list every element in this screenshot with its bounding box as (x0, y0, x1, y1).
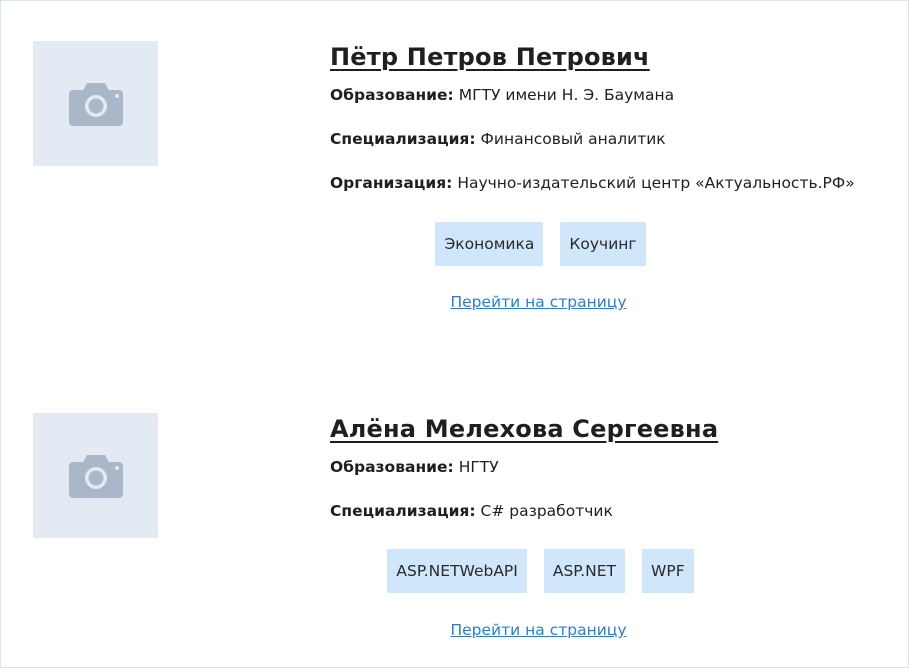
specialization-label: Специализация: (330, 130, 476, 148)
camera-icon (68, 82, 123, 126)
expert-info: Алёна Мелехова Сергеевна Образование: НГ… (330, 413, 905, 533)
tag-list: Экономика Коучинг (1, 222, 909, 266)
education-value: МГТУ имени Н. Э. Баумана (458, 86, 675, 104)
organization-value: Научно-издательский центр «Актуальность.… (457, 174, 855, 192)
go-to-page-link[interactable]: Перейти на страницу (1, 293, 909, 311)
go-to-page-link[interactable]: Перейти на страницу (1, 621, 909, 639)
tag-coaching[interactable]: Коучинг (560, 222, 646, 266)
expert-name[interactable]: Пётр Петров Петрович (330, 41, 905, 73)
specialization-value: Финансовый аналитик (480, 130, 666, 148)
specialization-value: C# разработчик (480, 502, 613, 520)
organization-field: Организация: Научно-издательский центр «… (330, 161, 905, 205)
education-label: Образование: (330, 86, 454, 104)
organization-label: Организация: (330, 174, 453, 192)
expert-name[interactable]: Алёна Мелехова Сергеевна (330, 413, 905, 445)
tag-aspnet[interactable]: ASP.NET (543, 549, 626, 593)
tag-list: ASP.NETWebAPI ASP.NET WPF (1, 549, 909, 593)
specialization-field: Специализация: C# разработчик (330, 489, 905, 533)
expert-photo-placeholder (33, 41, 158, 166)
tag-economics[interactable]: Экономика (435, 222, 544, 266)
expert-photo-placeholder (33, 413, 158, 538)
education-field: Образование: МГТУ имени Н. Э. Баумана (330, 73, 905, 117)
expert-info: Пётр Петров Петрович Образование: МГТУ и… (330, 41, 905, 205)
tag-wpf[interactable]: WPF (642, 549, 694, 593)
education-field: Образование: НГТУ (330, 445, 905, 489)
specialization-label: Специализация: (330, 502, 476, 520)
camera-icon (68, 454, 123, 498)
education-label: Образование: (330, 458, 454, 476)
tag-aspnet-webapi[interactable]: ASP.NETWebAPI (387, 549, 527, 593)
specialization-field: Специализация: Финансовый аналитик (330, 117, 905, 161)
education-value: НГТУ (458, 458, 499, 476)
